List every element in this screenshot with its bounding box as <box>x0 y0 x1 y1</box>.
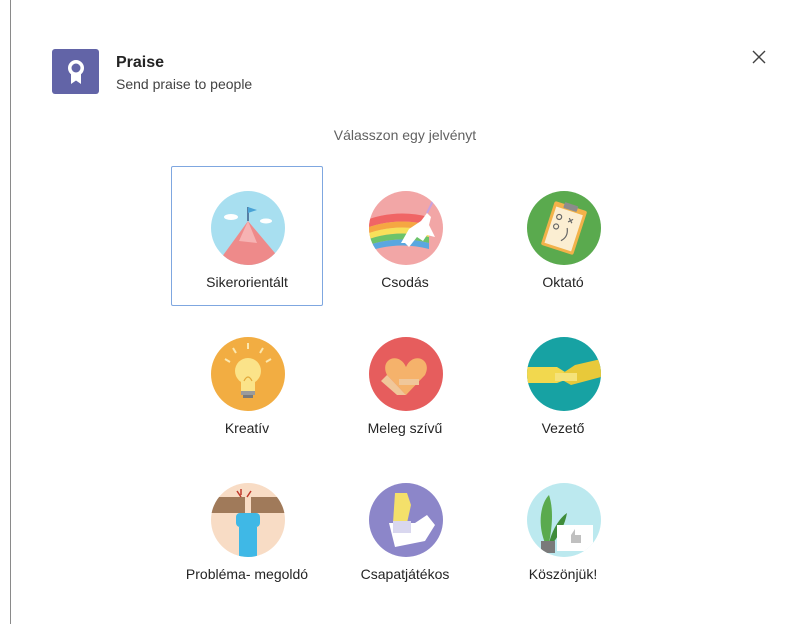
badge-label: Oktató <box>542 274 584 290</box>
badge-problema-megoldo[interactable]: Probléma- megoldó <box>171 458 323 598</box>
dialog-header: Praise Send praise to people <box>52 49 252 94</box>
clipboard-strategy-icon <box>527 191 601 265</box>
badge-label: Köszönjük! <box>528 566 598 582</box>
fist-bump-icon <box>369 483 443 557</box>
choose-badge-prompt: Válasszon egy jelvényt <box>333 127 477 143</box>
badge-oktato[interactable]: Oktató <box>487 166 639 306</box>
badge-sikerorientalt[interactable]: Sikerorientált <box>171 166 323 306</box>
fist-breaking-icon <box>211 483 285 557</box>
handshake-icon <box>527 337 601 411</box>
plant-thumbs-up-icon <box>527 483 601 557</box>
praise-app-icon <box>52 49 99 94</box>
lightbulb-icon <box>211 337 285 411</box>
dialog-title: Praise <box>116 54 165 71</box>
badge-csodas[interactable]: Csodás <box>329 166 481 306</box>
close-icon <box>752 50 766 64</box>
mountain-flag-icon <box>211 191 285 265</box>
badge-meleg-szivu[interactable]: Meleg szívű <box>329 312 481 452</box>
heart-hands-icon <box>369 337 443 411</box>
badge-csapatjatekos[interactable]: Csapatjátékos <box>329 458 481 598</box>
badge-label: Vezető <box>541 420 585 436</box>
badge-kreativ[interactable]: Kreatív <box>171 312 323 452</box>
badge-koszonjuk[interactable]: Köszönjük! <box>487 458 639 598</box>
dialog-subtitle: Send praise to people <box>116 76 253 92</box>
close-button[interactable] <box>748 46 770 68</box>
unicorn-rainbow-icon <box>369 191 443 265</box>
left-divider <box>10 0 11 624</box>
badge-vezeto[interactable]: Vezető <box>487 312 639 452</box>
